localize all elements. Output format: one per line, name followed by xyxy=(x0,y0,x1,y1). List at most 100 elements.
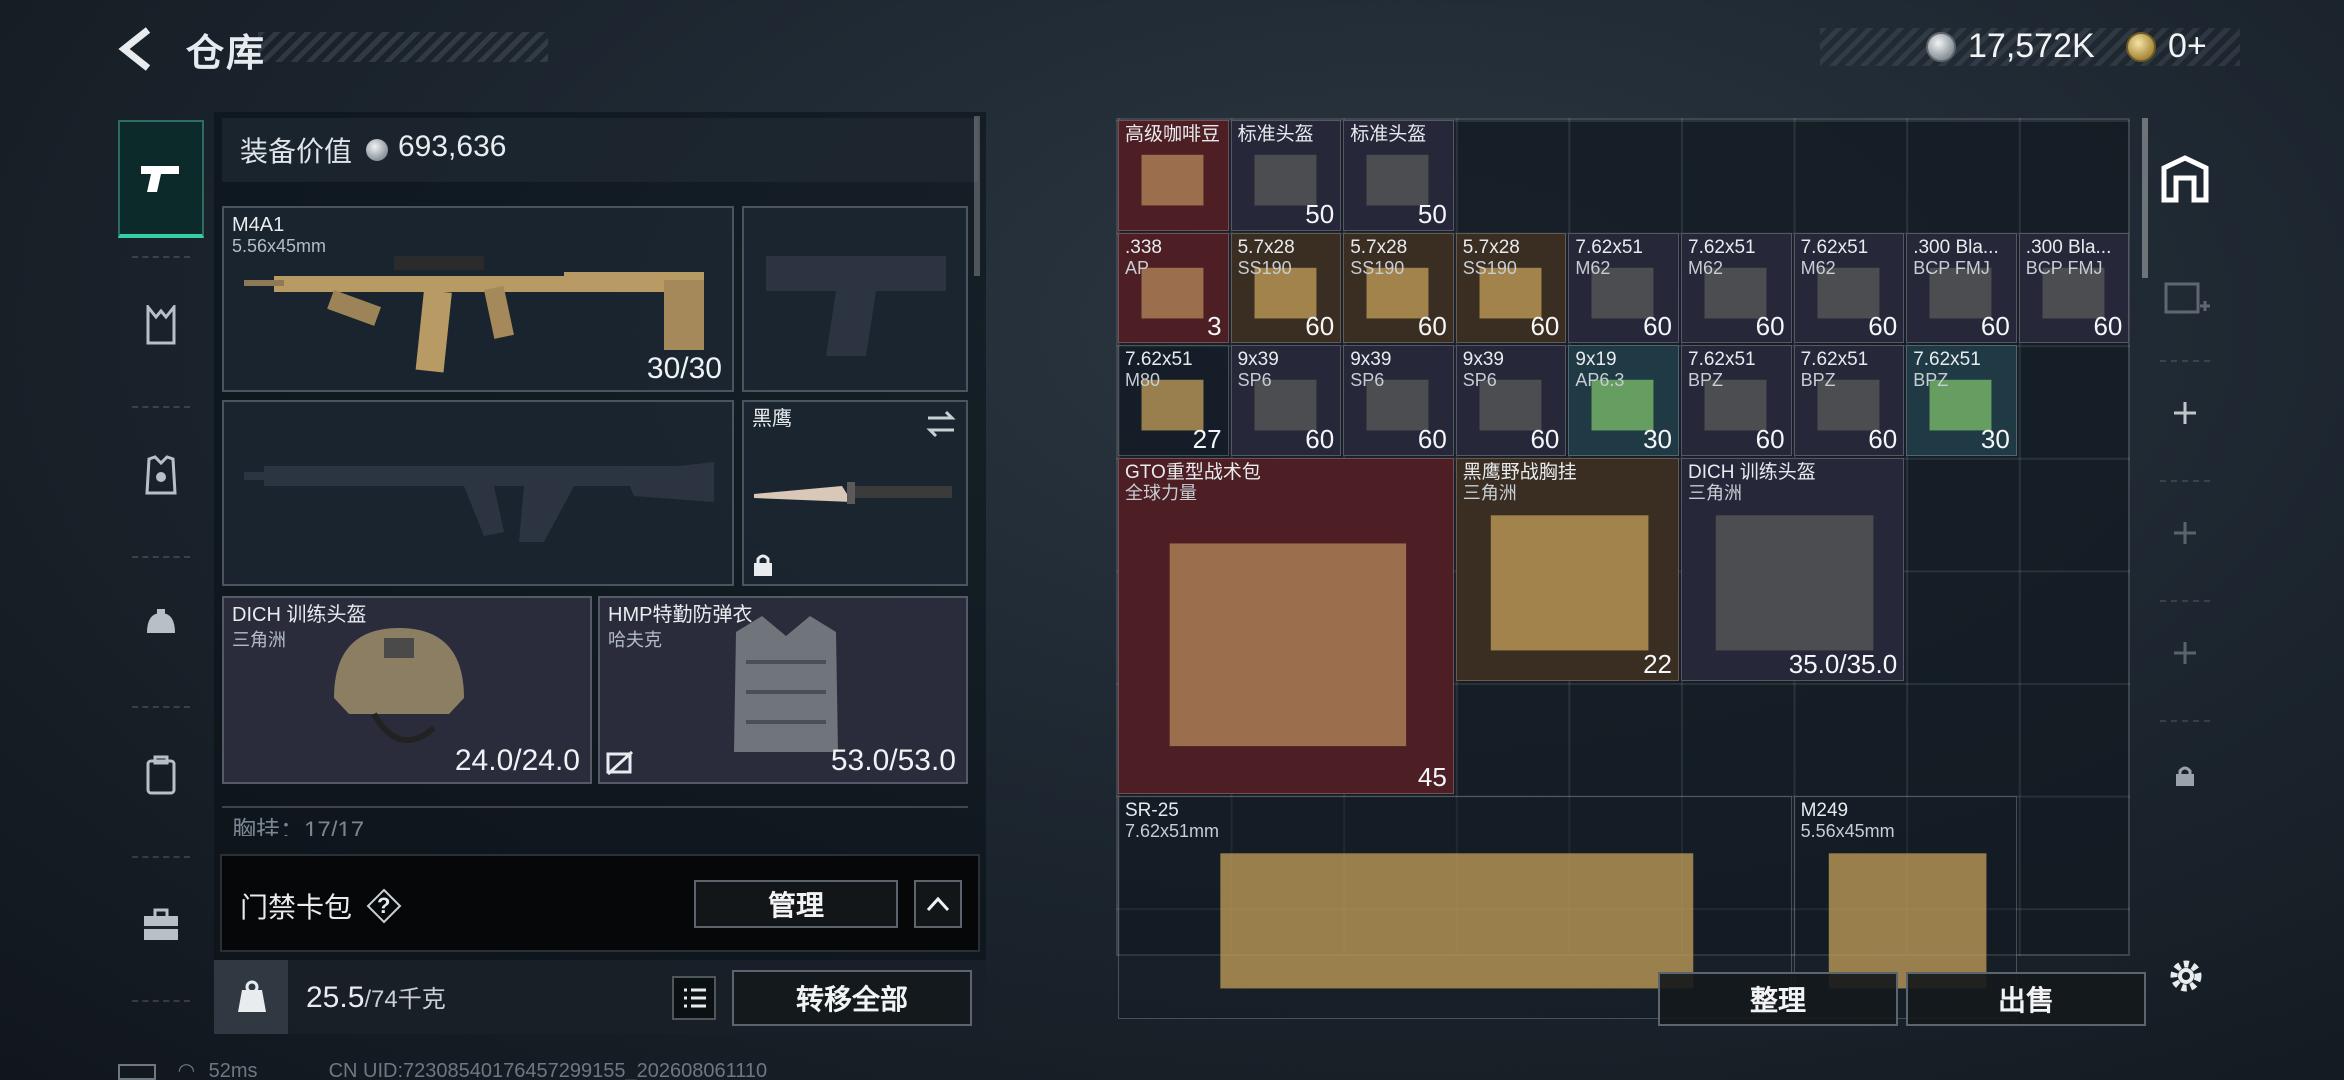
armor-durability: 53.0/53.0 xyxy=(830,744,956,777)
stash-item[interactable]: 高级咖啡豆 xyxy=(1118,120,1229,231)
helmet-slot[interactable]: DICH 训练头盔 三角洲 24.0/24.0 xyxy=(222,596,592,784)
stash-item[interactable]: 标准头盔 50 xyxy=(1230,120,1342,231)
equipment-value-amount: 693,636 xyxy=(398,130,507,163)
stash-item[interactable]: 7.62x51 M62 60 xyxy=(1568,232,1679,344)
stash-item[interactable]: 7.62x51 BPZ 30 xyxy=(1906,345,2017,456)
help-mark: ? xyxy=(377,893,391,918)
silver-amount: 17,572K xyxy=(1968,27,2095,65)
back-button[interactable] xyxy=(114,24,164,74)
stash-item[interactable]: 9x39 SP6 60 xyxy=(1455,345,1567,456)
stash-item[interactable]: 7.62x51 M80 27 xyxy=(1118,345,1229,456)
stash-item[interactable]: .300 Bla... BCP FMJ 60 xyxy=(1906,232,2017,344)
rifle-silhouette-icon xyxy=(244,462,714,542)
stash-item[interactable]: .300 Bla... BCP FMJ 60 xyxy=(2018,232,2130,344)
stash-item[interactable]: 5.7x28 SS190 60 xyxy=(1343,232,1454,344)
item-subtitle: BCP FMJ xyxy=(1913,257,1990,278)
secondary-primary-slot[interactable] xyxy=(222,400,734,586)
plus-icon[interactable] xyxy=(2172,520,2198,546)
plus-icon[interactable] xyxy=(2172,640,2198,666)
sort-button[interactable]: 整理 xyxy=(1658,972,1898,1026)
pistol-silhouette-icon xyxy=(766,256,946,356)
gear-icon[interactable] xyxy=(2164,954,2208,998)
item-name: 7.62x51 xyxy=(1575,236,1644,258)
status-bar: ◠ 52ms CN UID:72308540176457299155_20260… xyxy=(118,1058,767,1080)
item-subtitle: SS190 xyxy=(1350,257,1405,278)
stash-page-rail xyxy=(2146,108,2224,1028)
stash-item[interactable]: 9x39 SP6 60 xyxy=(1230,345,1342,456)
rail-chest-rig[interactable] xyxy=(118,266,204,384)
item-name: DICH 训练头盔 xyxy=(1688,461,1816,483)
item-count: 50 xyxy=(1417,198,1447,229)
item-count: 60 xyxy=(1530,423,1560,454)
chevron-up-icon xyxy=(926,896,950,912)
item-count: 3 xyxy=(1207,311,1222,342)
item-name: GTO重型战术包 xyxy=(1125,461,1261,483)
stash-item[interactable]: 9x19 AP6.3 30 xyxy=(1568,345,1679,456)
rail-armor[interactable] xyxy=(118,416,204,534)
secondary-weapon-slot[interactable] xyxy=(742,206,968,392)
gold-amount[interactable]: 0+ xyxy=(2168,27,2207,66)
item-count: 30 xyxy=(1643,423,1672,454)
add-stash-icon[interactable] xyxy=(2162,276,2212,320)
key-card-bag-label: 门禁卡包 xyxy=(240,892,353,923)
ammo-count: 30/30 xyxy=(646,352,722,385)
item-name: .338 xyxy=(1125,236,1162,258)
uid-text: CN UID:72308540176457299155_202608061110 xyxy=(328,1060,768,1080)
armor-vest-icon xyxy=(145,455,177,495)
stash-item[interactable]: 黑鹰野战胸挂 三角洲 22 xyxy=(1455,457,1679,681)
melee-slot[interactable]: 黑鹰 xyxy=(742,400,968,586)
stash-item[interactable]: DICH 训练头盔 三角洲 35.0/35.0 xyxy=(1681,457,1905,681)
slot-item-map: 三角洲 xyxy=(232,630,286,650)
plus-icon[interactable] xyxy=(2172,400,2198,426)
collapse-button[interactable] xyxy=(914,880,962,928)
loadout-scrollbar[interactable] xyxy=(974,116,980,276)
weight-current: 25.5 xyxy=(306,981,365,1014)
item-thumbnail-icon xyxy=(1169,543,1407,746)
stash-item[interactable]: 标准头盔 50 xyxy=(1343,120,1454,231)
stash-item[interactable]: 7.62x51 M62 60 xyxy=(1793,232,1905,344)
transfer-all-button[interactable]: 转移全部 xyxy=(732,970,972,1026)
rail-backpack[interactable] xyxy=(118,716,204,834)
equipment-value-label: 装备价值 xyxy=(240,136,353,167)
item-subtitle: 三角洲 xyxy=(1462,482,1517,503)
stash-item[interactable]: 7.62x51 BPZ 60 xyxy=(1793,345,1905,456)
rail-case[interactable] xyxy=(118,866,204,984)
stash-item[interactable]: 5.7x28 SS190 60 xyxy=(1455,232,1567,344)
help-icon[interactable]: ? xyxy=(366,888,402,924)
stash-item[interactable]: 9x39 SP6 60 xyxy=(1343,345,1454,456)
item-name: 7.62x51 xyxy=(1800,349,1869,371)
sell-button[interactable]: 出售 xyxy=(1906,972,2146,1026)
item-subtitle: SP6 xyxy=(1237,370,1272,391)
item-name: 9x39 xyxy=(1462,349,1504,371)
briefcase-icon xyxy=(144,908,178,940)
chest-rig-icon xyxy=(146,305,176,345)
slot-item-map: 哈夫克 xyxy=(608,630,662,650)
item-count: 60 xyxy=(1305,423,1335,454)
stash-item[interactable]: 5.7x28 SS190 60 xyxy=(1230,232,1342,344)
item-name: 9x19 xyxy=(1575,349,1617,371)
silver-coin-icon xyxy=(1926,32,1956,62)
swap-icon[interactable] xyxy=(924,410,958,438)
stash-item[interactable]: 7.62x51 BPZ 60 xyxy=(1681,345,1792,456)
item-name: 7.62x51 xyxy=(1913,349,1981,371)
armor-slot[interactable]: HMP特勤防弹衣 哈夫克 53.0/53.0 xyxy=(598,596,968,784)
item-name: 7.62x51 xyxy=(1688,236,1756,258)
no-repair-icon xyxy=(606,750,634,776)
rail-helmet[interactable] xyxy=(118,566,204,684)
stash-item[interactable]: GTO重型战术包 全球力量 45 xyxy=(1118,457,1454,794)
item-name: 黑鹰野战胸挂 xyxy=(1462,461,1577,483)
page-title: 仓库 xyxy=(186,33,267,75)
list-icon xyxy=(684,988,706,1008)
item-count: 60 xyxy=(1868,423,1898,454)
item-name: 5.7x28 xyxy=(1237,236,1295,258)
chest-rig-row[interactable]: 胸挂：17/17 xyxy=(222,806,968,836)
weight-total: /74千克 xyxy=(364,986,446,1013)
stash-home-icon[interactable] xyxy=(2160,154,2210,204)
manage-button[interactable]: 管理 xyxy=(694,880,898,928)
item-name: 标准头盔 xyxy=(1237,124,1314,145)
stash-item[interactable]: 7.62x51 M62 60 xyxy=(1681,232,1792,344)
list-view-button[interactable] xyxy=(672,976,716,1020)
rail-weapons[interactable] xyxy=(118,120,204,238)
stash-item[interactable]: .338 AP 3 xyxy=(1118,232,1229,344)
primary-weapon-slot[interactable]: M4A1 5.56x45mm 30/30 xyxy=(222,206,734,392)
